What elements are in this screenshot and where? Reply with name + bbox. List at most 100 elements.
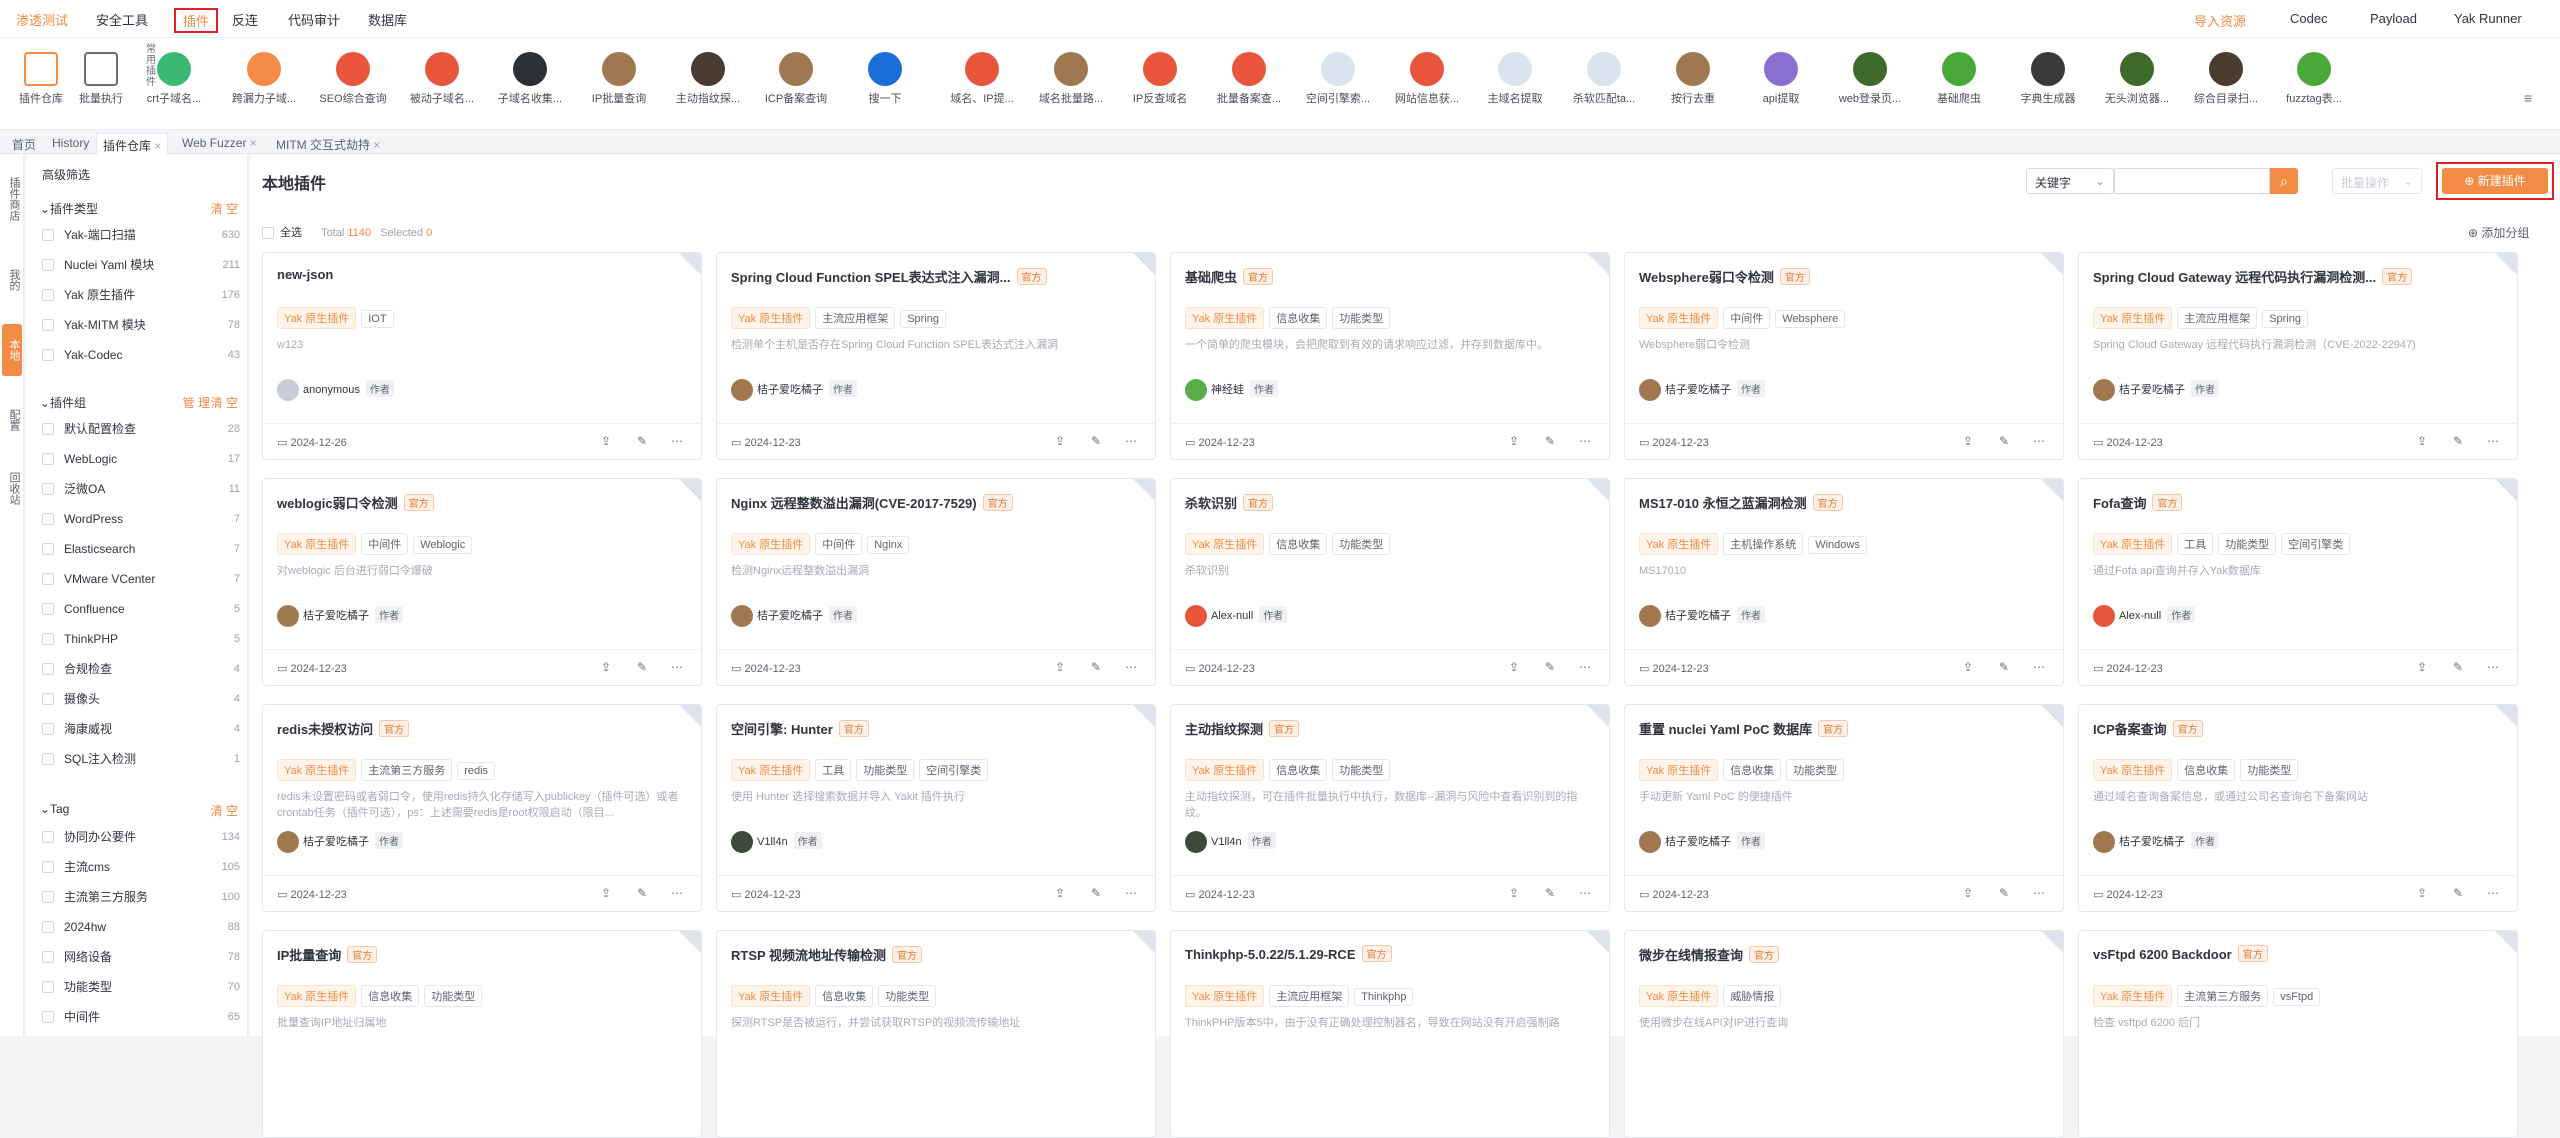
more-icon[interactable]: ⋯ [2487, 434, 2499, 448]
upload-icon[interactable]: ⇪ [1055, 660, 1065, 674]
upload-icon[interactable]: ⇪ [1963, 660, 1973, 674]
filter-item[interactable]: 2024hw 88 [40, 912, 240, 942]
tool-item[interactable]: 批量备案查... [1214, 52, 1284, 106]
tool-item[interactable]: 无头浏览器... [2102, 52, 2172, 106]
tab-0[interactable]: 首页 [6, 133, 42, 154]
upload-icon[interactable]: ⇪ [1509, 886, 1519, 900]
filter-section-header[interactable]: ⌄插件类型清 空 [40, 200, 240, 220]
filter-item[interactable]: 主流第三方服务 100 [40, 882, 240, 912]
checkbox[interactable] [42, 1011, 54, 1023]
filter-item[interactable]: Elasticsearch 7 [40, 534, 240, 564]
more-icon[interactable]: ⋯ [2487, 886, 2499, 900]
plugin-card[interactable]: Spring Cloud Gateway 远程代码执行漏洞检测... 官方 Yak … [2078, 252, 2518, 460]
checkbox[interactable] [42, 633, 54, 645]
checkbox[interactable] [42, 831, 54, 843]
edit-icon[interactable]: ✎ [2453, 660, 2463, 674]
tab-2[interactable]: 插件仓库 × [96, 133, 169, 154]
checkbox[interactable] [42, 753, 54, 765]
more-icon[interactable]: ⋯ [1579, 434, 1591, 448]
plugin-card[interactable]: RTSP 视频流地址传输检测 官方 Yak 原生插件 信息收集 功能类型 探测RTSP是否… [716, 930, 1156, 1138]
filter-item[interactable]: 功能类型 70 [40, 972, 240, 1002]
edit-icon[interactable]: ✎ [1545, 434, 1555, 448]
plugin-card[interactable]: 杀软识别 官方 Yak 原生插件 信息收集 功能类型 杀软识别 Alex-null 作者 ▭ 2… [1170, 478, 1610, 686]
search-input[interactable] [2114, 168, 2270, 194]
more-icon[interactable]: ⋯ [1125, 434, 1137, 448]
upload-icon[interactable]: ⇪ [601, 434, 611, 448]
plugin-card[interactable]: 微步在线情报查询 官方 Yak 原生插件 威胁情报 使用微步在线API对IP进行查询 [1624, 930, 2064, 1138]
nav-right-2[interactable]: Payload [2370, 11, 2417, 26]
plugin-card[interactable]: 基础爬虫 官方 Yak 原生插件 信息收集 功能类型 一个简单的爬虫模块，会把爬取到有效的… [1170, 252, 1610, 460]
filter-item[interactable]: 海康威视 4 [40, 714, 240, 744]
checkbox[interactable] [42, 453, 54, 465]
edit-icon[interactable]: ✎ [1999, 886, 2009, 900]
plugin-card[interactable]: Fofa查询 官方 Yak 原生插件 工具 功能类型 空间引擎类 通过Fofa api查询并… [2078, 478, 2518, 686]
plugin-card[interactable]: IP批量查询 官方 Yak 原生插件 信息收集 功能类型 批量查询IP地址归属地 [262, 930, 702, 1138]
tool-item[interactable]: 字典生成器 [2013, 52, 2083, 106]
plugin-card[interactable]: MS17-010 永恒之蓝漏洞检测 官方 Yak 原生插件 主机操作系统 Windows… [1624, 478, 2064, 686]
tool-item[interactable]: fuzztag表... [2279, 52, 2349, 106]
tool-item[interactable]: IP反查域名 [1125, 52, 1195, 106]
checkbox[interactable] [42, 573, 54, 585]
checkbox[interactable] [42, 513, 54, 525]
filter-item[interactable]: Confluence 5 [40, 594, 240, 624]
tool-item[interactable]: IP批量查询 [584, 52, 654, 106]
filter-item[interactable]: WordPress 7 [40, 504, 240, 534]
search-button[interactable]: ⌕ [2270, 168, 2298, 194]
clear-button[interactable]: 清 空 [211, 200, 238, 217]
plugin-card[interactable]: 重置 nuclei Yaml PoC 数据库 官方 Yak 原生插件 信息收集 功能类型… [1624, 704, 2064, 912]
more-icon[interactable]: ⋯ [1579, 886, 1591, 900]
tool-item[interactable]: ICP备案查询 [761, 52, 831, 106]
toolbar-more-icon[interactable]: ≡ [2524, 90, 2532, 106]
filter-item[interactable]: VMware VCenter 7 [40, 564, 240, 594]
nav-right-1[interactable]: Codec [2290, 11, 2328, 26]
new-plugin-button[interactable]: ⊕ 新建插件 [2442, 168, 2548, 194]
tool-item[interactable]: 跨漏力子域... [229, 52, 299, 106]
plugin-card[interactable]: weblogic弱口令检测 官方 Yak 原生插件 中间件 Weblogic 对weblo… [262, 478, 702, 686]
checkbox[interactable] [42, 723, 54, 735]
edit-icon[interactable]: ✎ [2453, 886, 2463, 900]
checkbox[interactable] [42, 229, 54, 241]
plugin-card[interactable]: new-json Yak 原生插件 IOT w123 anonymous 作者 ▭ 2024… [262, 252, 702, 460]
nav-item-2[interactable]: 插件 [174, 8, 219, 33]
edit-icon[interactable]: ✎ [1545, 886, 1555, 900]
checkbox[interactable] [42, 543, 54, 555]
manage-button[interactable]: 管 理 [183, 394, 210, 411]
tab-3[interactable]: Web Fuzzer × [176, 133, 263, 154]
edit-icon[interactable]: ✎ [1091, 886, 1101, 900]
nav-item-1[interactable]: 安全工具 [96, 10, 148, 29]
tab-1[interactable]: History [46, 133, 95, 154]
edit-icon[interactable]: ✎ [1091, 660, 1101, 674]
tool-item[interactable]: 空间引擎索... [1303, 52, 1373, 106]
checkbox[interactable] [42, 423, 54, 435]
close-icon[interactable]: × [246, 136, 257, 150]
upload-icon[interactable]: ⇪ [1055, 886, 1065, 900]
sidebar-tab-1[interactable]: 我的 [2, 254, 22, 306]
plugin-card[interactable]: Spring Cloud Function SPEL表达式注入漏洞... 官方 Ya… [716, 252, 1156, 460]
upload-icon[interactable]: ⇪ [601, 660, 611, 674]
plugin-card[interactable]: Websphere弱口令检测 官方 Yak 原生插件 中间件 Websphere Webs… [1624, 252, 2064, 460]
plugin-card[interactable]: redis未授权访问 官方 Yak 原生插件 主流第三方服务 redis redis未设置… [262, 704, 702, 912]
filter-item[interactable]: Yak-Codec 43 [40, 340, 240, 370]
checkbox[interactable] [42, 693, 54, 705]
filter-item[interactable]: 默认配置检查 28 [40, 414, 240, 444]
checkbox[interactable] [42, 603, 54, 615]
tool-item[interactable]: 搜一下 [850, 52, 920, 106]
tool-item[interactable]: 综合目录扫... [2191, 52, 2261, 106]
select-all-checkbox[interactable] [262, 227, 274, 240]
more-icon[interactable]: ⋯ [2033, 434, 2045, 448]
clear-button[interactable]: 清 空 [211, 802, 238, 819]
checkbox[interactable] [42, 349, 54, 361]
filter-item[interactable]: 摄像头 4 [40, 684, 240, 714]
tool-item[interactable]: 主动指纹探... [673, 52, 743, 106]
nav-item-3[interactable]: 反连 [232, 10, 258, 29]
tool-item[interactable]: 主域名提取 [1480, 52, 1550, 106]
upload-icon[interactable]: ⇪ [2417, 660, 2427, 674]
checkbox[interactable] [42, 319, 54, 331]
filter-item[interactable]: SQL注入检测 1 [40, 744, 240, 774]
edit-icon[interactable]: ✎ [1999, 660, 2009, 674]
plugin-card[interactable]: Thinkphp-5.0.22/5.1.29-RCE 官方 Yak 原生插件 主流应用… [1170, 930, 1610, 1138]
checkbox[interactable] [42, 891, 54, 903]
tab-4[interactable]: MITM 交互式劫持 × [270, 133, 386, 154]
sidebar-tab-0[interactable]: 插件商店 [2, 168, 22, 230]
more-icon[interactable]: ⋯ [2033, 886, 2045, 900]
